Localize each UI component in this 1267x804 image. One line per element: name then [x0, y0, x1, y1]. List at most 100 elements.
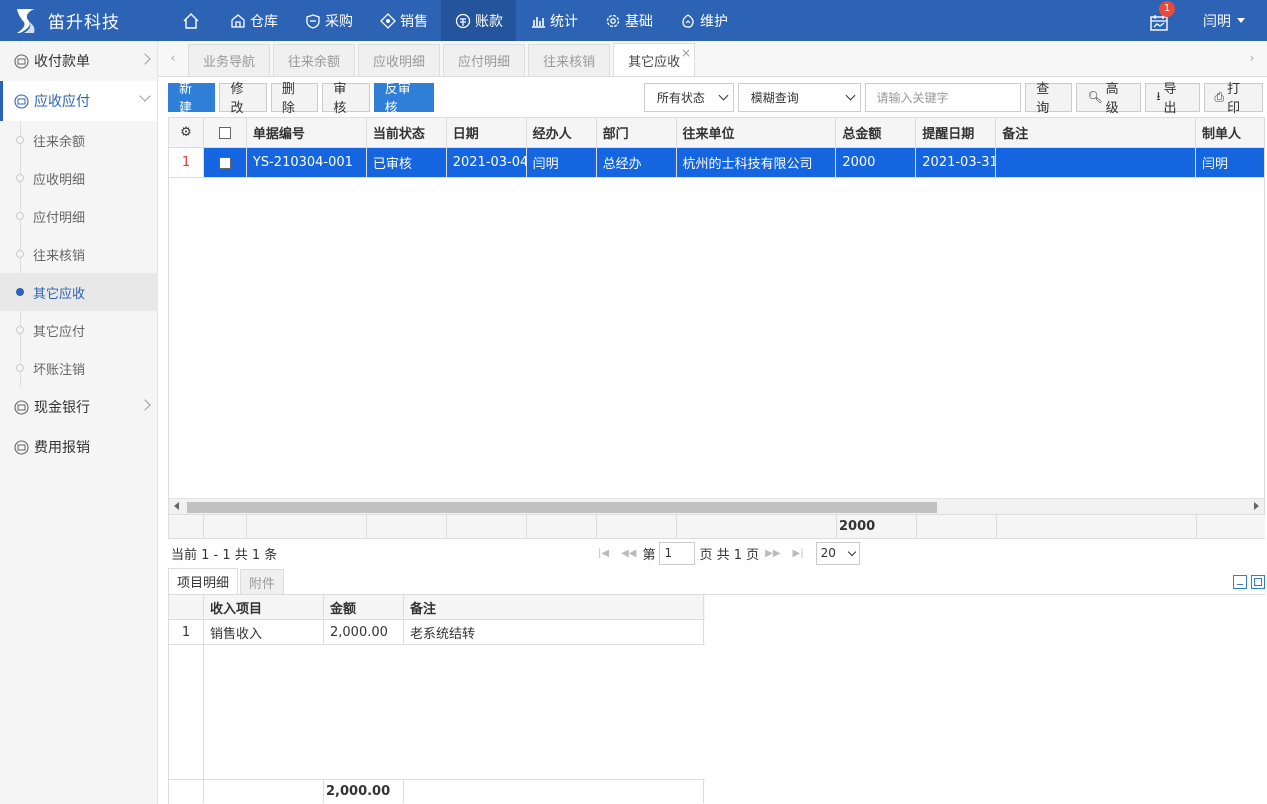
page-input[interactable]: 1 [659, 541, 696, 565]
unaudit-button[interactable]: 反审核 [373, 82, 434, 116]
last-page-icon[interactable]: ▶| [793, 548, 804, 559]
query-button[interactable]: 查询 [1025, 82, 1073, 116]
user-name: 闫明 [1203, 13, 1231, 30]
scroll-right-icon[interactable] [1254, 502, 1259, 510]
sidebar-item-payable-detail[interactable]: 应付明细 [0, 197, 157, 235]
nav-basic[interactable]: 基础 [591, 0, 666, 41]
column-header[interactable]: 往来单位 [677, 118, 837, 147]
nav-label: 采购 [325, 13, 353, 30]
column-header[interactable]: 收入项目 [204, 595, 324, 619]
gear-icon: ⚙ [180, 125, 192, 140]
home-nav[interactable] [166, 0, 216, 41]
footer-cell [1197, 515, 1265, 538]
checkbox[interactable] [218, 156, 231, 169]
sidebar-group-receivables[interactable]: 应收应付 [0, 81, 157, 121]
tab-balance[interactable]: 往来余额 [273, 44, 356, 76]
prev-page-icon[interactable]: ◀◀ [621, 548, 636, 559]
column-header[interactable]: 日期 [447, 118, 527, 147]
column-header[interactable]: 制单人 [1196, 118, 1264, 147]
cell-creator: 闫明 [1196, 148, 1264, 177]
tab-attachments[interactable]: 附件 [240, 569, 285, 594]
next-page-icon[interactable]: ▶▶ [765, 548, 780, 559]
brand[interactable]: 笛升科技 [0, 0, 158, 41]
column-header[interactable]: 经办人 [527, 118, 597, 147]
nav-maintenance[interactable]: 维护 [666, 0, 741, 41]
sidebar-item-bad-debt[interactable]: 坏账注销 [0, 349, 157, 387]
sidebar-group-payments[interactable]: 收付款单 [0, 41, 157, 81]
tab-receivable-detail[interactable]: 应收明细 [358, 44, 441, 76]
minimize-icon[interactable] [1233, 575, 1247, 589]
edit-button[interactable]: 修改 [219, 82, 267, 116]
sales-icon [379, 12, 397, 30]
user-menu[interactable]: 闫明 [1203, 11, 1245, 31]
column-header[interactable]: 总金额 [836, 118, 917, 147]
tab-payable-detail[interactable]: 应付明细 [443, 44, 526, 76]
sidebar-item-balance[interactable]: 往来余额 [0, 121, 157, 159]
column-header[interactable]: 备注 [996, 118, 1197, 147]
scroll-left-icon[interactable] [174, 502, 179, 510]
advanced-button[interactable]: 🔍︎ 高级 [1076, 82, 1142, 116]
sidebar-group-expense[interactable]: 费用报销 [0, 427, 157, 467]
first-page-icon[interactable]: |◀ [598, 548, 609, 559]
tab-writeoff[interactable]: 往来核销 [528, 44, 611, 76]
column-header[interactable]: 部门 [597, 118, 677, 147]
money-icon [14, 53, 29, 69]
column-header[interactable]: 备注 [404, 595, 704, 619]
notification-button[interactable]: 1 [1149, 0, 1175, 33]
print-button[interactable]: ⎙ 打印 [1203, 82, 1263, 116]
tab-business-nav[interactable]: 业务导航 [188, 44, 271, 76]
new-button[interactable]: 新建 [168, 82, 216, 116]
keyword-input[interactable]: 请输入关键字 [865, 82, 1022, 112]
tab-label: 应收明细 [373, 55, 426, 70]
nav-statistics[interactable]: 统计 [516, 0, 591, 41]
nav-accounts[interactable]: 账款 [441, 0, 516, 41]
column-header[interactable]: 提醒日期 [916, 118, 997, 147]
page-size-select[interactable]: 20 [815, 541, 860, 565]
select-all-checkbox[interactable] [204, 118, 247, 147]
nav-purchase[interactable]: 采购 [291, 0, 366, 41]
row-checkbox-cell[interactable] [203, 148, 247, 177]
footer-cell [404, 780, 704, 803]
tabs-scroll-left[interactable]: ‹ [158, 40, 188, 76]
money-icon [14, 439, 29, 455]
export-button[interactable]: ⭳ 导出 [1145, 82, 1200, 116]
status-select[interactable]: 所有状态 [643, 82, 734, 112]
maximize-icon[interactable] [1251, 575, 1265, 589]
bullet-icon [16, 174, 24, 182]
column-header[interactable]: 金额 [324, 595, 404, 619]
checkbox[interactable] [218, 126, 231, 139]
sidebar-item-writeoff[interactable]: 往来核销 [0, 235, 157, 273]
nav-warehouse[interactable]: 仓库 [216, 0, 291, 41]
pager-controls: |◀ ◀◀ 第 1 页 共 1 页 ▶▶ ▶| 20 [592, 541, 860, 565]
sidebar-sublist: 往来余额 应收明细 应付明细 往来核销 其它应收 其它应付 坏账注销 [0, 121, 157, 387]
scrollbar-thumb[interactable] [187, 502, 937, 513]
cell-status: 已审核 [366, 148, 447, 177]
sidebar-item-other-payable[interactable]: 其它应付 [0, 311, 157, 349]
panel-window-buttons [1229, 575, 1265, 589]
cell-item: 销售收入 [204, 620, 324, 644]
tab-other-receivable[interactable]: 其它应收 × [613, 43, 696, 76]
audit-button[interactable]: 审核 [322, 82, 370, 116]
footer-cell [204, 780, 324, 803]
table-row[interactable]: 1 销售收入 2,000.00 老系统结转 [169, 620, 705, 645]
tabs-scroll-right[interactable]: › [1237, 40, 1267, 76]
query-mode-select[interactable]: 模糊查询 [737, 82, 862, 112]
nav-label: 统计 [550, 13, 578, 30]
sidebar-item-other-receivable[interactable]: 其它应收 [0, 273, 157, 311]
column-header[interactable]: 单据编号 [247, 118, 367, 147]
nav-sales[interactable]: 销售 [366, 0, 441, 41]
delete-button[interactable]: 删除 [270, 82, 319, 116]
column-header[interactable]: 当前状态 [367, 118, 447, 147]
footer-cell [247, 515, 367, 538]
cell-doc-no: YS-210304-001 [246, 148, 367, 177]
table-row[interactable]: 1 YS-210304-001 已审核 2021-03-04 闫明 总经办 杭州… [169, 148, 1264, 178]
warehouse-icon [229, 12, 247, 30]
tab-item-detail[interactable]: 项目明细 [168, 568, 239, 594]
column-settings[interactable]: ⚙ [169, 118, 204, 147]
sidebar-group-cash-bank[interactable]: 现金银行 [0, 387, 157, 427]
nav-label: 仓库 [250, 13, 278, 30]
horizontal-scrollbar[interactable] [169, 498, 1264, 514]
chart-icon [529, 12, 547, 30]
sidebar-item-receivable-detail[interactable]: 应收明细 [0, 159, 157, 197]
close-icon[interactable]: × [681, 46, 691, 60]
